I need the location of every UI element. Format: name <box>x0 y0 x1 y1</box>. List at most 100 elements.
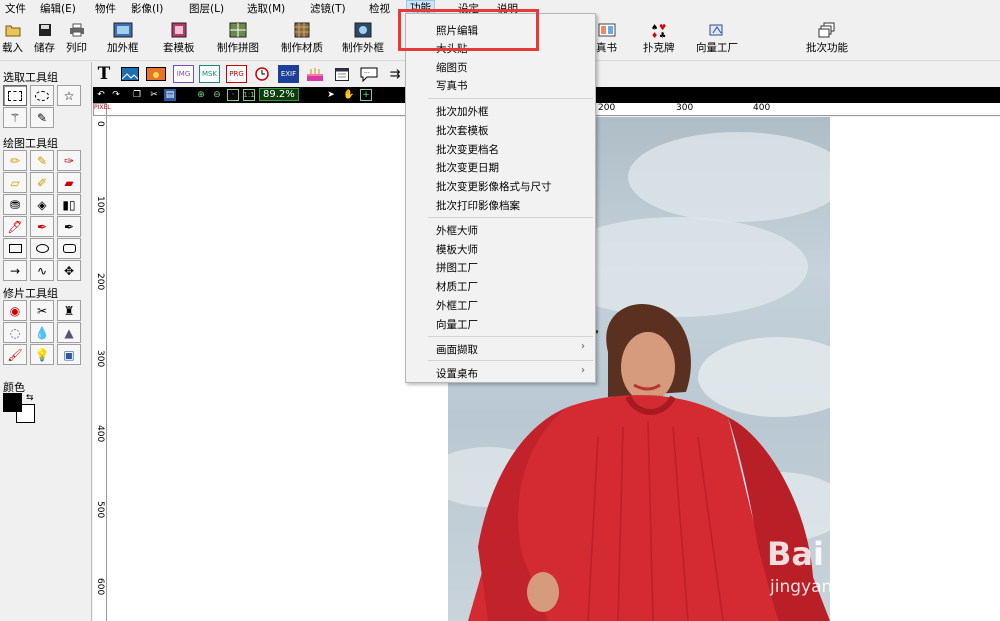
print-button[interactable]: 列印 <box>66 21 87 55</box>
add-icon[interactable]: + <box>360 89 372 101</box>
menu-item-batch-rename[interactable]: 批次变更档名 <box>436 142 499 157</box>
menu-item-texture-factory[interactable]: 材质工厂 <box>436 279 478 294</box>
cut-icon[interactable]: ✂ <box>148 89 160 101</box>
make-frame-button[interactable]: 制作外框 <box>342 21 384 55</box>
copy-icon[interactable]: ❐ <box>131 89 143 101</box>
vector-tool-icon <box>707 21 727 39</box>
menu-layer[interactable]: 图层(L) <box>186 1 227 16</box>
redo-icon[interactable]: ↷ <box>110 89 122 101</box>
hand-icon[interactable]: ✋ <box>343 89 355 101</box>
menu-separator <box>428 217 593 218</box>
rect-select-tool[interactable] <box>3 85 27 106</box>
menu-item-puzzle-factory[interactable]: 拼图工厂 <box>436 260 478 275</box>
screen-tool[interactable]: ▣ <box>57 344 81 365</box>
menu-item-frame-master[interactable]: 外框大师 <box>436 223 478 238</box>
speech-bubble-button[interactable]: ··· <box>359 65 379 83</box>
curve-tool[interactable]: ∿ <box>30 260 54 281</box>
ruler-tick: 100 <box>95 196 105 214</box>
photo-book-button[interactable]: 真书 <box>596 21 617 55</box>
text-tool-button[interactable]: T <box>96 64 112 84</box>
image-tool-button[interactable] <box>121 65 139 83</box>
make-texture-button[interactable]: 制作材质 <box>281 21 323 55</box>
menu-object[interactable]: 物件 <box>92 1 119 16</box>
dodge-tool[interactable]: ◌ <box>3 322 27 343</box>
menu-item-screen-capture[interactable]: 画面撷取 <box>436 342 478 357</box>
color-eraser-tool[interactable]: ▰ <box>57 172 81 193</box>
stamp-tool[interactable]: ⛃ <box>3 194 27 215</box>
foreground-color-swatch[interactable] <box>3 393 22 412</box>
clock-button[interactable] <box>254 65 270 83</box>
menu-select[interactable]: 选取(M) <box>244 1 288 16</box>
brush-tool[interactable]: ✎ <box>30 150 54 171</box>
eraser-tool[interactable]: ▱ <box>3 172 27 193</box>
load-button[interactable]: 载入 <box>2 21 23 55</box>
menu-item-batch-convert[interactable]: 批次变更影像格式与尺寸 <box>436 179 552 194</box>
menu-item-batch-apply-template[interactable]: 批次套模板 <box>436 123 489 138</box>
burn-tool[interactable]: ▲ <box>57 322 81 343</box>
ellipse-select-tool[interactable] <box>30 85 54 106</box>
save-button[interactable]: 储存 <box>34 21 55 55</box>
cake-button[interactable] <box>305 65 324 83</box>
poker-button[interactable]: ♠ ♥ ♦ ♣ 扑克牌 <box>643 21 675 55</box>
rectangle-icon <box>8 244 22 253</box>
arrows-button[interactable]: ⇉ <box>386 65 404 83</box>
magic-wand-tool[interactable]: ⚚ <box>3 107 27 128</box>
zoom-out-icon[interactable]: ⊖ <box>211 89 223 101</box>
pointer-icon[interactable]: ➤ <box>325 89 337 101</box>
clone-tool[interactable]: ✂ <box>30 300 54 321</box>
fill-tool[interactable]: ◈ <box>30 194 54 215</box>
menu-edit[interactable]: 编辑(E) <box>37 1 79 16</box>
lasso-select-tool[interactable]: ☆ <box>57 85 81 106</box>
actual-size-icon[interactable]: 1:1 <box>243 89 255 101</box>
smudge-tool[interactable]: ✐ <box>30 172 54 193</box>
gradient-tool[interactable]: ▮▯ <box>57 194 81 215</box>
undo-icon[interactable]: ↶ <box>95 89 107 101</box>
move-tool[interactable]: ✥ <box>57 260 81 281</box>
menu-item-photo-book[interactable]: 写真书 <box>436 78 468 93</box>
ellipse-tool[interactable] <box>30 238 54 259</box>
pen-tool[interactable]: 🖊 <box>3 216 27 237</box>
menu-item-batch-add-frame[interactable]: 批次加外框 <box>436 104 489 119</box>
batch-function-button[interactable]: 批次功能 <box>806 21 848 55</box>
paste-icon[interactable]: ▤ <box>164 89 176 101</box>
lightbulb-tool[interactable]: 💡 <box>30 344 54 365</box>
swap-colors-icon[interactable]: ⇆ <box>26 393 34 403</box>
make-puzzle-button[interactable]: 制作拼图 <box>217 21 259 55</box>
menu-filter[interactable]: 滤镜(T) <box>307 1 349 16</box>
msk-button[interactable]: MSK <box>199 65 220 83</box>
spray-tool[interactable]: ✑ <box>57 150 81 171</box>
rounded-rect-tool[interactable] <box>57 238 81 259</box>
menu-item-batch-change-date[interactable]: 批次变更日期 <box>436 160 499 175</box>
fit-window-icon[interactable]: · <box>227 89 239 101</box>
menu-item-thumbnail-page[interactable]: 缩图页 <box>436 60 468 75</box>
add-frame-button[interactable]: 加外框 <box>107 21 139 55</box>
sharpen-tool[interactable]: ♜ <box>57 300 81 321</box>
calendar-button[interactable] <box>334 65 350 83</box>
pencil-tool[interactable]: ✏ <box>3 150 27 171</box>
photo-tool-button[interactable] <box>146 65 166 83</box>
menu-view[interactable]: 检视 <box>366 1 393 16</box>
menu-item-set-wallpaper[interactable]: 设置桌布 <box>436 366 478 381</box>
red-eye-tool[interactable]: ◉ <box>3 300 27 321</box>
line-tool[interactable]: → <box>3 260 27 281</box>
menu-image[interactable]: 影像(I) <box>128 1 166 16</box>
menu-item-frame-factory[interactable]: 外框工厂 <box>436 298 478 313</box>
menu-file[interactable]: 文件 <box>2 1 29 16</box>
tools-panel: 选取工具组 ☆ ⚚ ✎ 绘图工具组 ✏ ✎ ✑ ▱ ✐ ▰ ⛃ ◈ ▮▯ 🖊 ✒… <box>0 62 92 621</box>
color-brush-tool[interactable]: 🖌 <box>3 344 27 365</box>
menu-item-vector-factory[interactable]: 向量工厂 <box>436 317 478 332</box>
blur-tool[interactable]: 💧 <box>30 322 54 343</box>
eyedropper-tool[interactable]: ✒ <box>57 216 81 237</box>
brush-select-tool[interactable]: ✎ <box>30 107 54 128</box>
apply-template-button[interactable]: 套模板 <box>163 21 195 55</box>
menu-item-batch-print[interactable]: 批次打印影像档案 <box>436 198 520 213</box>
exif-button[interactable]: EXIF <box>278 65 299 83</box>
vector-factory-button[interactable]: 向量工厂 <box>696 21 738 55</box>
img-button[interactable]: IMG <box>173 65 194 83</box>
gradient-icon: ▮▯ <box>62 197 76 212</box>
menu-item-template-master[interactable]: 模板大师 <box>436 242 478 257</box>
marker-tool[interactable]: ✒ <box>30 216 54 237</box>
zoom-in-icon[interactable]: ⊕ <box>195 89 207 101</box>
rectangle-tool[interactable] <box>3 238 27 259</box>
prg-button[interactable]: PRG <box>226 65 247 83</box>
